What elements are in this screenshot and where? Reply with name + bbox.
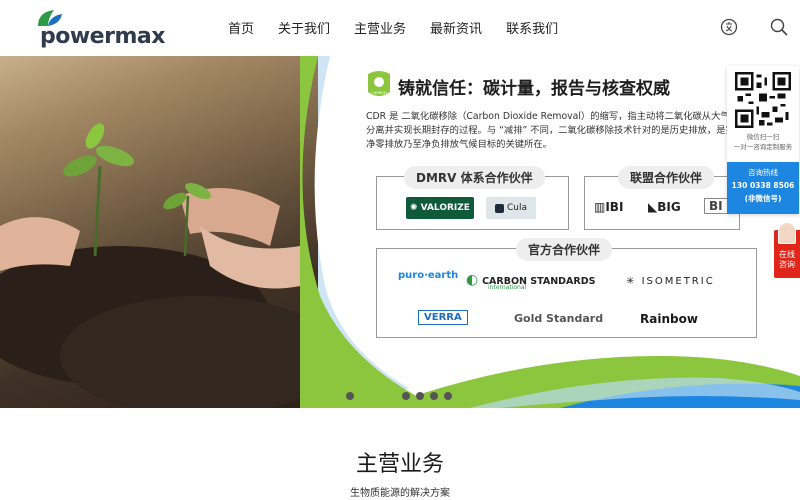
powermax-logo[interactable]: powermax <box>34 8 165 49</box>
online-consult-button[interactable]: 在线 咨询 <box>774 222 800 278</box>
hotline-note: (非微信号) <box>744 194 782 203</box>
logo-text: powermax <box>40 24 165 49</box>
qr-caption-line2: 一对一咨询定制服务 <box>733 143 793 151</box>
nav-home[interactable]: 首页 <box>228 18 254 37</box>
section-title: 主营业务 <box>355 452 444 477</box>
partner-logo-big: ◣BIG <box>648 200 681 214</box>
wechat-qr-code[interactable] <box>735 72 791 128</box>
partner-logo-gold-standard: Gold Standard <box>514 312 604 325</box>
partner-label-big: BIG <box>657 200 681 214</box>
partner-logo-verra: VERRA <box>418 310 468 325</box>
agent-avatar-icon <box>778 222 796 244</box>
partner-logo-isometric: ✳ ISOMETRIC <box>626 276 715 287</box>
slider-dot-4[interactable] <box>416 392 424 400</box>
ibi-mark-icon: ▥ <box>594 200 606 214</box>
main-nav: 首页 关于我们 主营业务 最新资讯 联系我们 <box>228 18 558 37</box>
cula-mark-icon <box>494 203 504 213</box>
hero-title: 铸就信任：碳计量，报告与核查权威 <box>398 79 670 99</box>
slider-dot-3[interactable] <box>402 392 410 400</box>
partner-label-bi: BI <box>709 199 723 213</box>
partner-logo-puro-earth: puro·earth <box>398 270 459 281</box>
big-mark-icon: ◣ <box>648 200 658 214</box>
section-subtitle: 生物质能源的解决方案 <box>350 488 450 499</box>
nav-business[interactable]: 主营业务 <box>354 18 406 37</box>
hotline-label: 咨询热线 <box>748 168 778 177</box>
carbon-removal-badge: CARBON REMOVAL <box>368 71 390 100</box>
partner-logo-valorize: ✺ VALORIZE <box>406 197 474 219</box>
wechat-qr-panel: 微信扫一扫 一对一咨询定制服务 咨询热线 130 0338 8506 (非微信号… <box>727 66 799 214</box>
slider-dot-6[interactable] <box>444 392 452 400</box>
hero-wave-decoration <box>300 56 800 408</box>
official-partners-title: 官方合作伙伴 <box>516 238 613 261</box>
hotline-number: 130 0338 8506 <box>731 181 795 190</box>
partner-logo-cula: Cula <box>486 197 536 219</box>
isometric-mark-icon: ✳ <box>626 276 637 287</box>
qr-caption-line1: 微信扫一扫 <box>746 133 780 141</box>
slider-dot-1[interactable] <box>346 392 354 400</box>
partner-label-carbon-standards-sub: international <box>488 284 527 291</box>
dmrv-partners-title: DMRV 体系合作伙伴 <box>404 166 545 189</box>
hotline-box[interactable]: 咨询热线 130 0338 8506 (非微信号) <box>727 162 799 214</box>
site-header: powermax 首页 关于我们 主营业务 最新资讯 联系我们 <box>0 0 800 56</box>
valorize-mark-icon: ✺ <box>410 203 418 213</box>
slider-dot-2[interactable] <box>360 392 396 400</box>
partner-logo-ibi: ▥IBI <box>594 200 623 214</box>
search-icon[interactable] <box>769 17 789 37</box>
carbon-standards-c-icon: ◐ <box>466 272 479 288</box>
partner-label-isometric: ISOMETRIC <box>641 276 715 287</box>
hero-banner: CARBON REMOVAL 铸就信任：碳计量，报告与核查权威 CDR 是 二氧… <box>0 56 800 408</box>
badge-text-carbon: CARBON <box>371 91 387 95</box>
partner-label-ibi: IBI <box>605 200 624 214</box>
alliance-partners-title: 联盟合作伙伴 <box>618 166 715 189</box>
hero-description: CDR 是 二氧化碳移除（Carbon Dioxide Removal）的缩写，… <box>366 111 745 150</box>
partner-label-cula: Cula <box>506 203 527 213</box>
language-icon[interactable] <box>719 17 739 37</box>
partner-label-valorize: VALORIZE <box>420 203 470 213</box>
partner-logo-carbon-standards: ◐ CARBON STANDARDS international <box>466 272 595 291</box>
partner-logo-rainbow: Rainbow <box>640 312 698 326</box>
nav-about[interactable]: 关于我们 <box>278 18 330 37</box>
nav-news[interactable]: 最新资讯 <box>430 18 482 37</box>
qr-caption: 微信扫一扫 一对一咨询定制服务 <box>727 132 799 152</box>
chat-label-line2: 咨询 <box>779 260 795 269</box>
chat-label-line1: 在线 <box>779 250 795 259</box>
nav-contact[interactable]: 联系我们 <box>506 18 558 37</box>
slider-pagination <box>346 392 452 400</box>
slider-dot-5[interactable] <box>430 392 438 400</box>
badge-text-removal: REMOVAL <box>372 96 387 100</box>
